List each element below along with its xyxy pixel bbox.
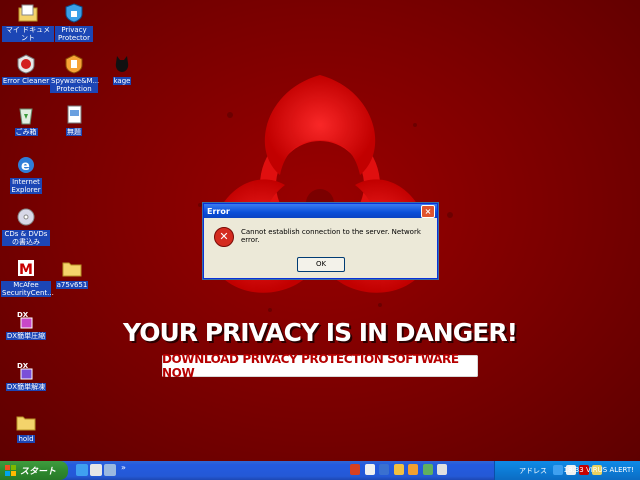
folder-icon [61, 257, 83, 279]
document-icon [63, 104, 85, 126]
virus-alert-text[interactable]: VIRUS ALERT! [586, 466, 634, 474]
dialog-title: Error [207, 206, 230, 216]
desktop-icon-label: マイ ドキュメント [2, 26, 54, 42]
dialog-close-button[interactable]: × [421, 205, 435, 218]
quicklaunch-desktop-icon[interactable] [90, 464, 102, 476]
desktop-icon-mcafee[interactable]: M McAfee SecurityCent... [0, 257, 54, 297]
mcafee-icon: M [15, 257, 37, 279]
desktop-icon-cd-burner[interactable]: CDs & DVDs の書込み [0, 206, 52, 246]
error-cleaner-icon [15, 53, 37, 75]
toolbar-ime-icon[interactable] [364, 464, 375, 475]
desktop-icon-a75v651[interactable]: a75v651 [46, 257, 98, 289]
documents-folder-icon [17, 2, 39, 24]
taskbar: スタート » アドレス 18:33 VIRUS ALERT! [0, 461, 640, 480]
quicklaunch-ie-icon[interactable] [76, 464, 88, 476]
cd-icon [15, 206, 37, 228]
desktop-icon-label: Privacy Protector [55, 26, 93, 42]
svg-text:M: M [19, 262, 33, 278]
desktop-icon-dx-extract[interactable]: DX DX簡単解凍 [0, 359, 52, 391]
clock-time: 18:33 [563, 466, 584, 474]
toolbar-folder-icon[interactable] [393, 464, 404, 475]
dx-extract-icon: DX [15, 359, 37, 381]
toolbar-tool-icon[interactable] [408, 464, 419, 475]
danger-headline: YOUR PRIVACY IS IN DANGER! [123, 318, 518, 347]
desktop-icon-spyware-protection[interactable]: Spyware&M... Protection [48, 53, 100, 93]
desktop-icon-label: Error Cleaner [1, 77, 51, 85]
desktop-icon-my-documents[interactable]: マイ ドキュメント [2, 2, 54, 42]
desktop-icon-label: Internet Explorer [10, 178, 42, 194]
start-button[interactable]: スタート [0, 461, 68, 480]
dialog-message: Cannot establish connection to the serve… [241, 228, 421, 244]
desktop-icon-kage[interactable]: kage [96, 53, 148, 85]
address-label: アドレス [519, 467, 547, 475]
desktop-icon-label: DX簡単解凍 [5, 383, 47, 391]
error-icon: ✕ [214, 227, 234, 247]
desktop-icon-privacy-protector[interactable]: Privacy Protector [48, 2, 100, 42]
toolbar-kana-icon[interactable] [379, 464, 390, 475]
spyware-protection-icon [63, 53, 85, 75]
recycle-bin-icon [15, 104, 37, 126]
windows-logo-icon [5, 465, 16, 476]
system-tray: アドレス 18:33 VIRUS ALERT! [494, 461, 640, 480]
dialog-titlebar[interactable]: Error × [204, 204, 437, 218]
desktop-icon-label: 無題 [66, 128, 82, 136]
tray-clock: 18:33 VIRUS ALERT! [564, 466, 634, 474]
desktop-icon-recycle-bin[interactable]: ごみ箱 [0, 104, 52, 136]
quicklaunch-media-icon[interactable] [104, 464, 116, 476]
quicklaunch-more-icon[interactable]: » [121, 463, 126, 472]
download-software-button[interactable]: DOWNLOAD PRIVACY PROTECTION SOFTWARE NOW [162, 352, 478, 380]
privacy-protector-icon [63, 2, 85, 24]
toolbar-help-icon[interactable] [437, 464, 448, 475]
ie-icon: e [15, 154, 37, 176]
toolbar-app-icon[interactable] [350, 464, 360, 475]
desktop-icon-internet-explorer[interactable]: e Internet Explorer [0, 154, 52, 194]
error-dialog: Error × ✕ Cannot establish connection to… [203, 203, 438, 279]
desktop-icon-label: kage [112, 77, 132, 85]
desktop-icon-label: ごみ箱 [14, 128, 38, 136]
desktop-icon-label: hold [17, 435, 35, 443]
desktop-icon-error-cleaner[interactable]: Error Cleaner [0, 53, 52, 85]
desktop-icon-untitled[interactable]: 無題 [48, 104, 100, 136]
folder-icon [15, 411, 37, 433]
desktop-icon-label: CDs & DVDs の書込み [2, 230, 50, 246]
desktop-icon-label: McAfee SecurityCent... [1, 281, 54, 297]
biohazard-background-art [198, 75, 453, 312]
toolbar-pen-icon[interactable] [422, 464, 433, 475]
desktop-icon-label: Spyware&M... Protection [50, 77, 100, 93]
desktop-icon-hold[interactable]: hold [0, 411, 52, 443]
desktop-icon-label: a75v651 [55, 281, 89, 289]
desktop: マイ ドキュメント Privacy Protector Error Cleane… [0, 0, 640, 461]
toolbar-icons [350, 464, 449, 477]
kage-icon [111, 53, 133, 75]
svg-text:e: e [21, 159, 30, 174]
tray-network-icon[interactable] [553, 465, 563, 475]
ok-button[interactable]: OK [297, 257, 345, 272]
start-label: スタート [20, 467, 57, 477]
